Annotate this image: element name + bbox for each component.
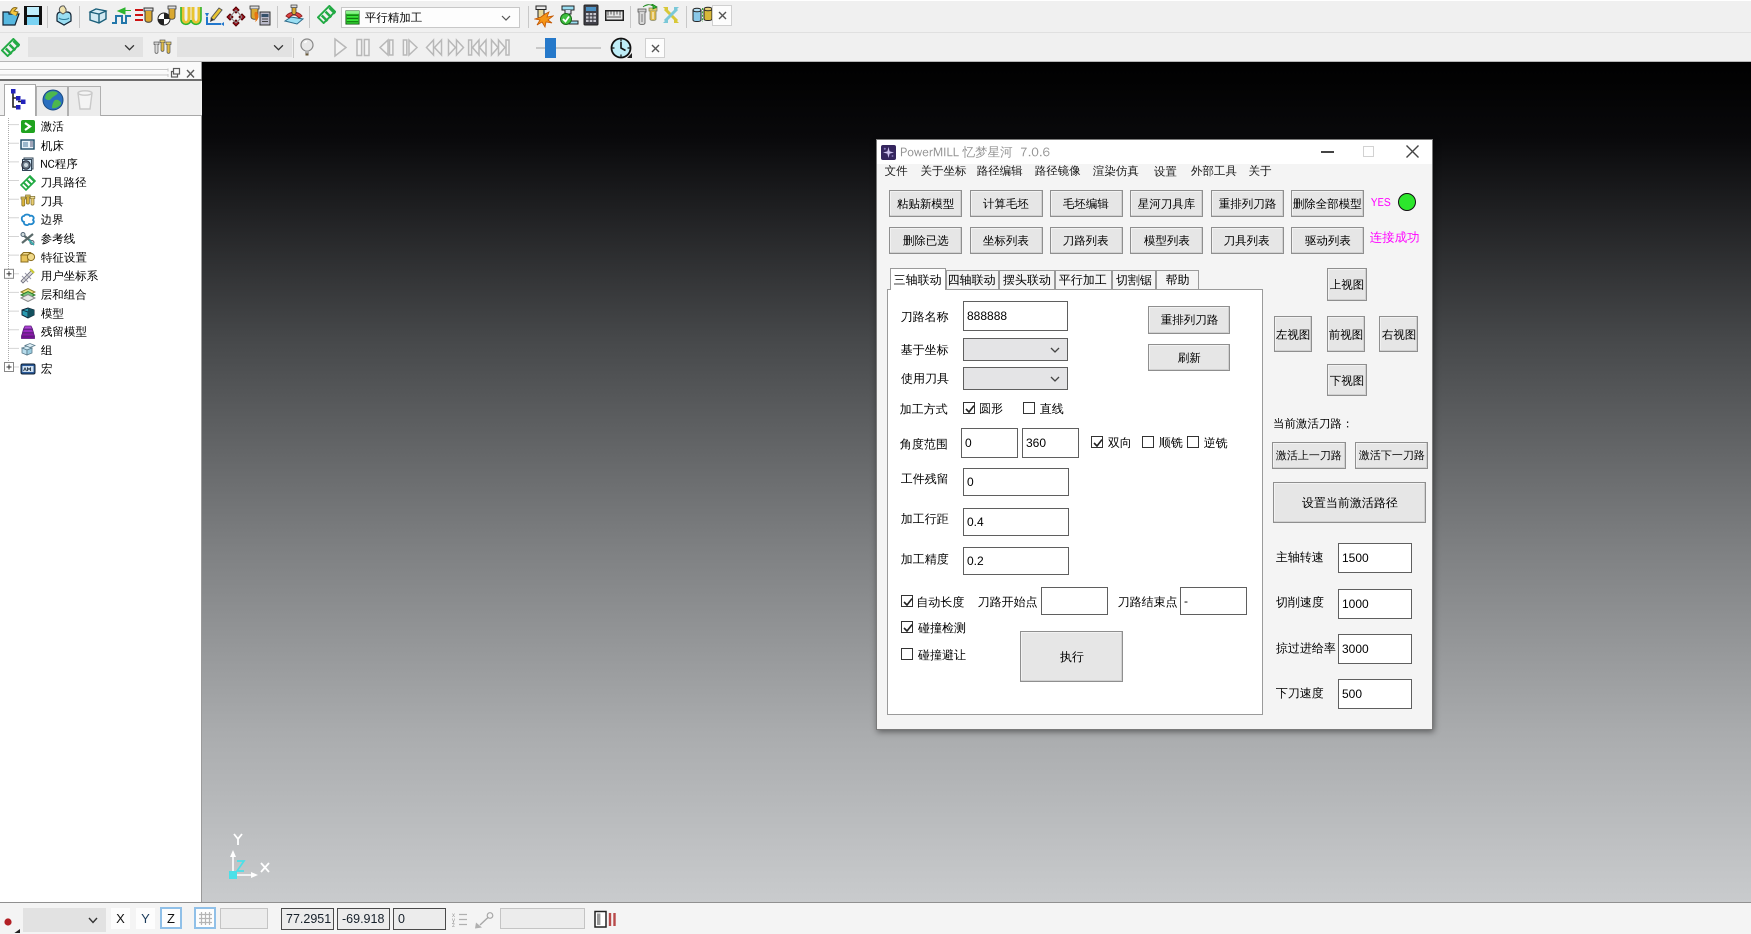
svg-text:z: z bbox=[452, 923, 455, 928]
